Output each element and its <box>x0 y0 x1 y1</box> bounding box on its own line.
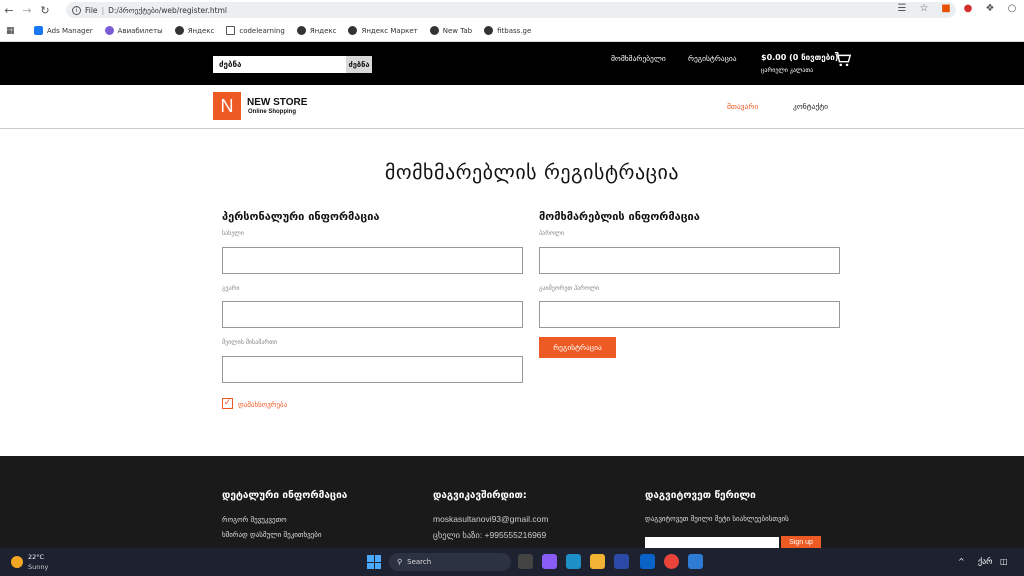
weather-temp: 22°C <box>28 553 45 561</box>
logo-subtitle: Online Shopping <box>248 109 296 115</box>
cart-icon[interactable] <box>834 50 852 68</box>
file-label: File <box>85 5 98 15</box>
folder-icon <box>226 26 236 35</box>
email-label: მეილის მისამართი <box>222 339 278 346</box>
address-bar[interactable]: i File | D:/პროექტები/web/register.html <box>66 2 956 18</box>
meta-icon <box>34 26 43 35</box>
input-language[interactable]: ქარ <box>978 557 993 566</box>
search-icon: ⚲ <box>397 558 403 566</box>
network-icon[interactable]: ◫ <box>1000 557 1008 566</box>
page-title: მომხმარებლის რეგისტრაცია <box>384 160 680 184</box>
extension-icon[interactable]: ■ <box>940 3 952 14</box>
bookmark-item[interactable]: New Tab <box>429 26 472 35</box>
windows-taskbar: 22°C Sunny ⚲ Search ^ ქარ ◫ <box>0 548 1024 576</box>
bookmark-item[interactable]: Ads Manager <box>34 26 93 35</box>
site-topbar: ძებნა ძებნა მომხმარებელი რეგისტრაცია $0.… <box>0 42 1024 85</box>
chevron-up-icon[interactable]: ^ <box>958 557 965 566</box>
sun-icon[interactable] <box>11 556 23 568</box>
details-title: დეტალური ინფორმაცია <box>222 490 348 501</box>
site-header: N NEW STORE Online Shopping მთავარი კონტ… <box>0 85 1024 129</box>
edge-icon[interactable] <box>566 554 581 569</box>
personal-info-title: პერსონალური ინფორმაცია <box>222 210 380 223</box>
cart-status: ცარიელი კალათა <box>761 67 814 74</box>
user-link[interactable]: მომხმარებელი <box>611 54 666 63</box>
logo-name[interactable]: NEW STORE <box>247 97 307 108</box>
newsletter-email-input[interactable] <box>645 537 779 548</box>
extensions-puzzle-icon[interactable]: ❖ <box>984 3 996 14</box>
forward-icon[interactable]: → <box>18 1 36 19</box>
name-field[interactable] <box>222 247 523 274</box>
confirm-password-label: გაიმეორეთ პაროლი <box>539 285 600 292</box>
bookmark-item[interactable]: Авиабилеты <box>104 26 163 35</box>
chrome-icon[interactable] <box>664 554 679 569</box>
apps-button[interactable]: ▦ <box>6 26 22 36</box>
opera-icon[interactable]: ● <box>962 3 974 14</box>
bookmark-item[interactable]: Яндекс <box>174 26 214 35</box>
app-icon[interactable] <box>688 554 703 569</box>
globe-icon <box>484 26 494 35</box>
cart-total[interactable]: $0.00 (0 ნივთები) <box>761 53 838 62</box>
info-icon[interactable]: i <box>72 5 81 15</box>
globe-icon <box>296 26 306 35</box>
newsletter-title: დაგვიტოვეთ წერილი <box>645 490 756 501</box>
back-icon[interactable]: ← <box>0 1 18 19</box>
bookmarks-bar: ▦ Ads Manager Авиабилеты Яндекс codelear… <box>0 20 1024 42</box>
register-button[interactable]: რეგისტრაცია <box>539 337 616 358</box>
reload-icon[interactable]: ↻ <box>36 1 54 19</box>
contact-email[interactable]: moskasultanovi93@gmail.com <box>433 514 548 524</box>
bookmark-item[interactable]: codelearning <box>226 26 285 35</box>
search-button[interactable]: ძებნა <box>346 56 372 73</box>
faq-link[interactable]: ხშირად დასმული შეკითხვები <box>222 531 322 539</box>
contact-phone: ცხელი ხაზი: +995555216969 <box>433 530 547 540</box>
bookmark-star-icon[interactable]: ☆ <box>918 3 930 14</box>
signup-button[interactable]: Sign up <box>781 536 821 548</box>
bookmark-item[interactable]: Яндекс Маркет <box>348 26 418 35</box>
user-info-title: მომხმარებლის ინფორმაცია <box>539 210 700 223</box>
surname-field[interactable] <box>222 301 523 328</box>
browser-toolbar: ← → ↻ i File | D:/პროექტები/web/register… <box>0 0 1024 20</box>
newsletter-text: დაგვიტოვეთ მეილი მეტი სიახლეებისთვის <box>645 515 789 523</box>
register-link[interactable]: რეგისტრაცია <box>688 54 737 63</box>
nav-home[interactable]: მთავარი <box>727 102 758 111</box>
taskbar-search-placeholder: Search <box>407 558 432 566</box>
browser-actions: ☰ ☆ ■ ● ❖ ○ <box>896 3 1018 14</box>
remember-label[interactable]: დამახსოვრება <box>238 401 287 409</box>
email-field[interactable] <box>222 356 523 383</box>
remember-checkbox[interactable]: ✓ <box>222 398 233 409</box>
profile-icon[interactable]: ○ <box>1006 3 1018 14</box>
weather-desc: Sunny <box>28 563 49 571</box>
store-icon[interactable] <box>614 554 629 569</box>
password-label: პაროლი <box>539 230 565 237</box>
globe-icon <box>348 26 358 35</box>
task-view-icon[interactable] <box>518 554 533 569</box>
globe-icon <box>174 26 184 35</box>
address-separator: | <box>101 5 105 15</box>
logo-mark[interactable]: N <box>213 92 241 120</box>
search-input[interactable]: ძებნა <box>213 56 346 73</box>
password-field[interactable] <box>539 247 840 274</box>
bookmark-item[interactable]: Яндекс <box>296 26 336 35</box>
surname-label: გვარი <box>222 285 240 292</box>
apps-grid-icon: ▦ <box>6 26 15 36</box>
translate-icon[interactable]: ☰ <box>896 3 908 14</box>
plane-icon <box>104 26 114 35</box>
how-to-order-link[interactable]: როგორ შევუკვეთო <box>222 516 287 524</box>
outlook-icon[interactable] <box>640 554 655 569</box>
windows-start-icon[interactable] <box>367 555 381 569</box>
bookmark-item[interactable]: fitbass.ge <box>484 26 531 35</box>
url-text: D:/პროექტები/web/register.html <box>108 5 227 15</box>
globe-icon <box>429 26 439 35</box>
copilot-icon[interactable] <box>542 554 557 569</box>
confirm-password-field[interactable] <box>539 301 840 328</box>
file-explorer-icon[interactable] <box>590 554 605 569</box>
name-label: სახელი <box>222 230 244 237</box>
contact-title: დაგვიკავშირდით: <box>433 490 527 501</box>
taskbar-search[interactable]: ⚲ Search <box>389 553 511 571</box>
nav-contact[interactable]: კონტაქტი <box>793 102 828 111</box>
site-footer: დეტალური ინფორმაცია როგორ შევუკვეთო ხშირ… <box>0 456 1024 548</box>
